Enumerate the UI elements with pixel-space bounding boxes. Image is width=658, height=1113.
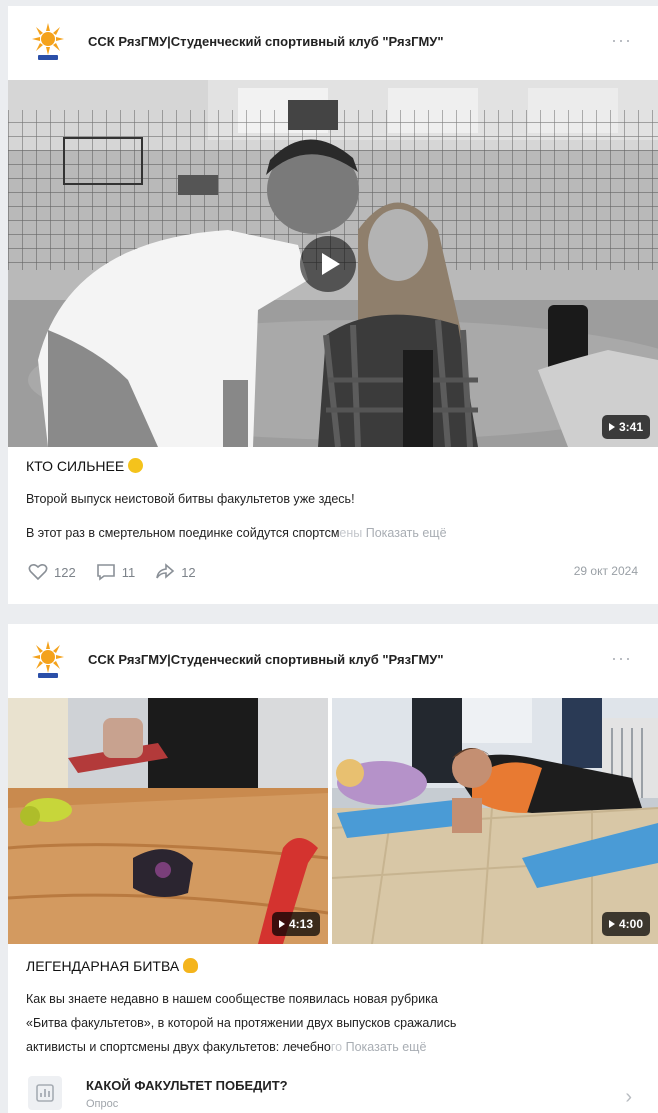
post-header: ССК РязГМУ|Студенческий спортивный клуб … — [8, 624, 658, 698]
sun-logo-icon — [32, 641, 64, 678]
table-scene-image — [8, 698, 328, 944]
poll-subtitle: Опрос — [86, 1098, 119, 1110]
more-options-icon[interactable]: ··· — [611, 30, 632, 51]
post-author[interactable]: ССК РязГМУ|Студенческий спортивный клуб … — [88, 652, 444, 667]
video-thumbnail-right[interactable]: 4:00 — [332, 698, 658, 944]
video-thumbnail[interactable]: 3:41 — [8, 80, 658, 447]
poll-icon — [28, 1076, 62, 1110]
video-duration: 4:13 — [271, 912, 320, 936]
play-icon[interactable] — [300, 236, 356, 292]
club-avatar[interactable] — [28, 640, 68, 680]
post-actions: 122 11 12 — [28, 558, 196, 586]
heart-icon — [28, 563, 48, 581]
sun-logo-icon — [32, 23, 64, 60]
share-button[interactable]: 12 — [155, 563, 196, 581]
play-small-icon — [608, 423, 615, 431]
post-text-line-2: «Битва факультетов», в которой на протяж… — [26, 1016, 457, 1030]
post-title: ЛЕГЕНДАРНАЯ БИТВА — [26, 958, 199, 974]
chevron-right-icon: › — [625, 1086, 632, 1108]
emoji-icon — [183, 958, 199, 973]
like-button[interactable]: 122 — [28, 563, 76, 581]
comment-icon — [96, 564, 115, 581]
post-title: КТО СИЛЬНЕЕ — [26, 458, 144, 474]
post-text-line-3: активисты и спортсмены двух факультетов:… — [26, 1040, 427, 1054]
video-duration: 4:00 — [601, 912, 650, 936]
show-more-link[interactable]: Показать ещё — [346, 1040, 427, 1054]
poll-title: КАКОЙ ФАКУЛЬТЕТ ПОБЕДИТ? — [86, 1078, 288, 1093]
post-date[interactable]: 29 окт 2024 — [574, 564, 638, 578]
play-small-icon — [278, 920, 285, 928]
post-card-2: ССК РязГМУ|Студенческий спортивный клуб … — [8, 624, 658, 1113]
post-author[interactable]: ССК РязГМУ|Студенческий спортивный клуб … — [88, 34, 444, 49]
post-header: ССК РязГМУ|Студенческий спортивный клуб … — [8, 6, 658, 80]
share-icon — [156, 563, 175, 579]
video-thumbnail-left[interactable]: 4:13 — [8, 698, 328, 944]
video-duration: 3:41 — [601, 415, 650, 439]
play-small-icon — [608, 920, 615, 928]
post-text-line-1: Как вы знаете недавно в нашем сообществе… — [26, 992, 438, 1006]
plank-scene-image — [332, 698, 658, 944]
more-options-icon[interactable]: ··· — [611, 648, 632, 669]
post-text-line-1: Второй выпуск неистовой битвы факультето… — [26, 492, 355, 506]
club-avatar[interactable] — [28, 22, 68, 62]
show-more-link[interactable]: Показать ещё — [366, 526, 447, 540]
poll-attachment[interactable]: КАКОЙ ФАКУЛЬТЕТ ПОБЕДИТ? Опрос › — [26, 1064, 640, 1113]
post-text-line-2: В этот раз в смертельном поединке сойдут… — [26, 526, 447, 540]
comment-button[interactable]: 11 — [96, 563, 135, 581]
emoji-icon — [128, 458, 144, 473]
post-card-1: ССК РязГМУ|Студенческий спортивный клуб … — [8, 6, 658, 604]
